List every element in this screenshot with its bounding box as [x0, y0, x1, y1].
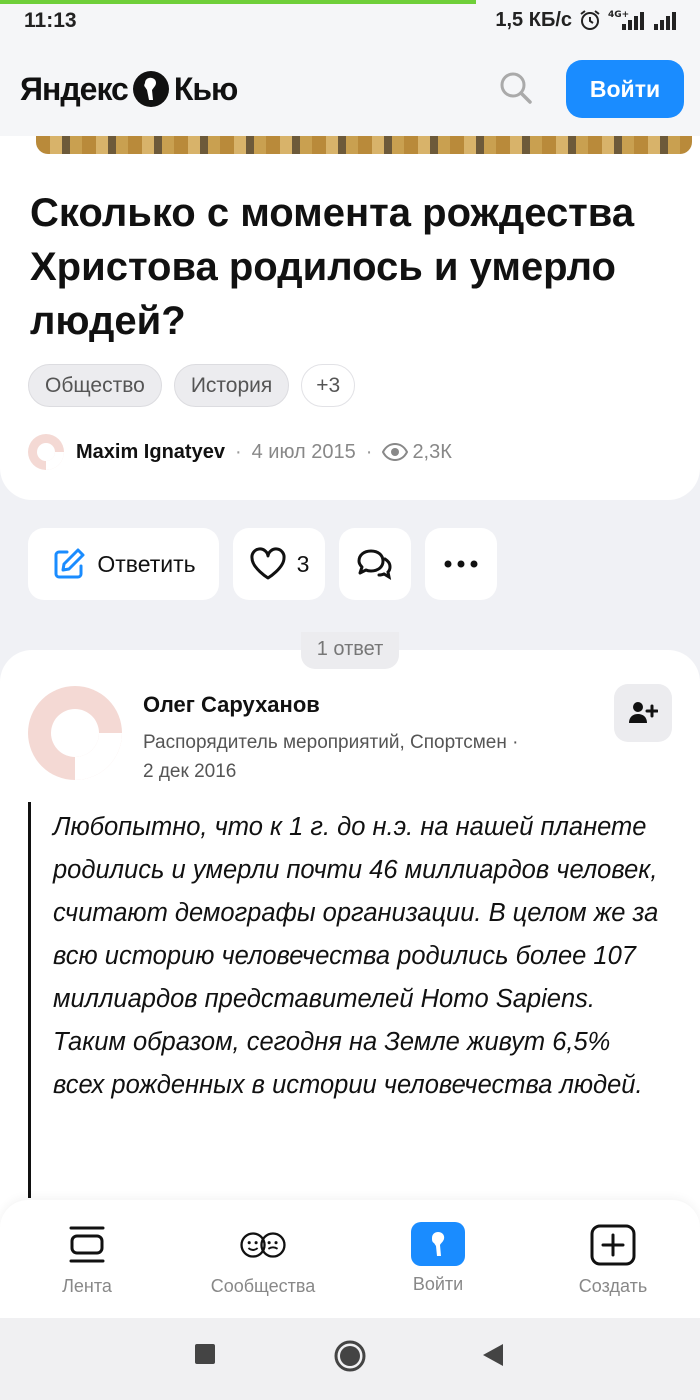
- question-actions: Ответить 3: [28, 528, 497, 600]
- more-dots-icon: [444, 560, 478, 568]
- question-author[interactable]: Maxim Ignatyev: [76, 441, 225, 464]
- feed-icon: [64, 1222, 110, 1268]
- network-speed: 1,5 КБ/с: [495, 8, 572, 31]
- answer-text: Любопытно, что к 1 г. до н.э. на нашей п…: [53, 813, 659, 1099]
- question-cover-image: [36, 136, 692, 154]
- home-icon[interactable]: [333, 1339, 367, 1373]
- search-icon[interactable]: [496, 68, 536, 108]
- signal-icon: [654, 12, 676, 30]
- avatar[interactable]: [28, 686, 122, 780]
- signal-4g-icon: 4G+: [608, 10, 644, 30]
- nav-login[interactable]: Войти: [363, 1222, 513, 1295]
- avatar[interactable]: [28, 434, 64, 470]
- separator: ·: [234, 440, 242, 463]
- nav-feed-label: Лента: [62, 1276, 112, 1296]
- status-bar: 11:13 1,5 КБ/с 4G+: [0, 0, 700, 44]
- status-time: 11:13: [24, 9, 77, 32]
- alarm-icon: [580, 10, 600, 30]
- question-meta: Maxim Ignatyev · 4 июл 2015 · 2,3К: [28, 434, 452, 470]
- communities-icon: [240, 1222, 286, 1268]
- answer-author-meta: Распорядитель мероприятий, Спортсмен · 2…: [143, 728, 573, 786]
- reply-button[interactable]: Ответить: [28, 528, 219, 600]
- back-icon[interactable]: [481, 1342, 505, 1368]
- answer-quote: Любопытно, что к 1 г. до н.э. на нашей п…: [28, 802, 668, 1198]
- tag-society[interactable]: Общество: [28, 364, 162, 407]
- question-date: 4 июл 2015: [251, 440, 356, 463]
- svg-text:4G+: 4G+: [608, 10, 629, 20]
- question-tags: Общество История +3: [28, 364, 356, 407]
- views-count: 2,3К: [382, 440, 452, 464]
- app-header: Яндекс Кью Войти: [0, 44, 700, 136]
- q-logo-icon: [132, 71, 169, 107]
- bottom-nav: Лента Сообщества Войти Создать: [0, 1200, 700, 1318]
- answer-count: 1 ответ: [300, 632, 400, 669]
- follow-author-button[interactable]: [614, 684, 672, 742]
- nav-communities[interactable]: Сообщества: [188, 1222, 338, 1297]
- separator: ·: [512, 732, 519, 753]
- views-value: 2,3К: [412, 440, 452, 463]
- question-card: Сколько с момента рождества Христова род…: [0, 136, 700, 500]
- logo-text-q: Кью: [173, 70, 239, 107]
- answer-date: 2 дек 2016: [143, 761, 237, 782]
- create-icon: [590, 1222, 636, 1268]
- system-nav-bar: [0, 1318, 700, 1400]
- tag-history[interactable]: История: [173, 364, 290, 407]
- nav-create[interactable]: Создать: [538, 1222, 688, 1297]
- comments-icon: [357, 549, 392, 581]
- more-tags-button[interactable]: +3: [301, 364, 356, 407]
- reply-label: Ответить: [97, 550, 196, 577]
- question-title: Сколько с момента рождества Христова род…: [30, 191, 635, 343]
- yandex-q-logo[interactable]: Яндекс Кью: [20, 70, 239, 108]
- more-options-button[interactable]: [425, 528, 497, 600]
- comments-button[interactable]: [339, 528, 411, 600]
- nav-create-label: Создать: [578, 1276, 648, 1296]
- answer-count-wrap: 1 ответ: [0, 632, 700, 669]
- nav-feed[interactable]: Лента: [12, 1222, 162, 1297]
- answer-author-role: Распорядитель мероприятий, Спортсмен: [143, 732, 507, 753]
- heart-icon: [250, 547, 286, 580]
- login-button[interactable]: Войти: [566, 60, 684, 118]
- status-indicators: 1,5 КБ/с 4G+: [495, 8, 678, 32]
- page-load-progress: [0, 0, 476, 4]
- answer-author[interactable]: Олег Саруханов: [143, 692, 320, 718]
- nav-communities-label: Сообщества: [210, 1276, 316, 1296]
- like-button[interactable]: 3: [233, 528, 325, 600]
- eye-icon: [382, 442, 409, 462]
- login-icon: [411, 1222, 465, 1266]
- nav-login-label: Войти: [412, 1274, 464, 1294]
- likes-count: 3: [296, 550, 310, 577]
- add-user-icon: [629, 702, 658, 723]
- separator: ·: [365, 440, 373, 463]
- logo-text-yandex: Яндекс: [20, 70, 129, 107]
- edit-icon: [54, 548, 85, 579]
- recent-apps-icon[interactable]: [193, 1342, 217, 1366]
